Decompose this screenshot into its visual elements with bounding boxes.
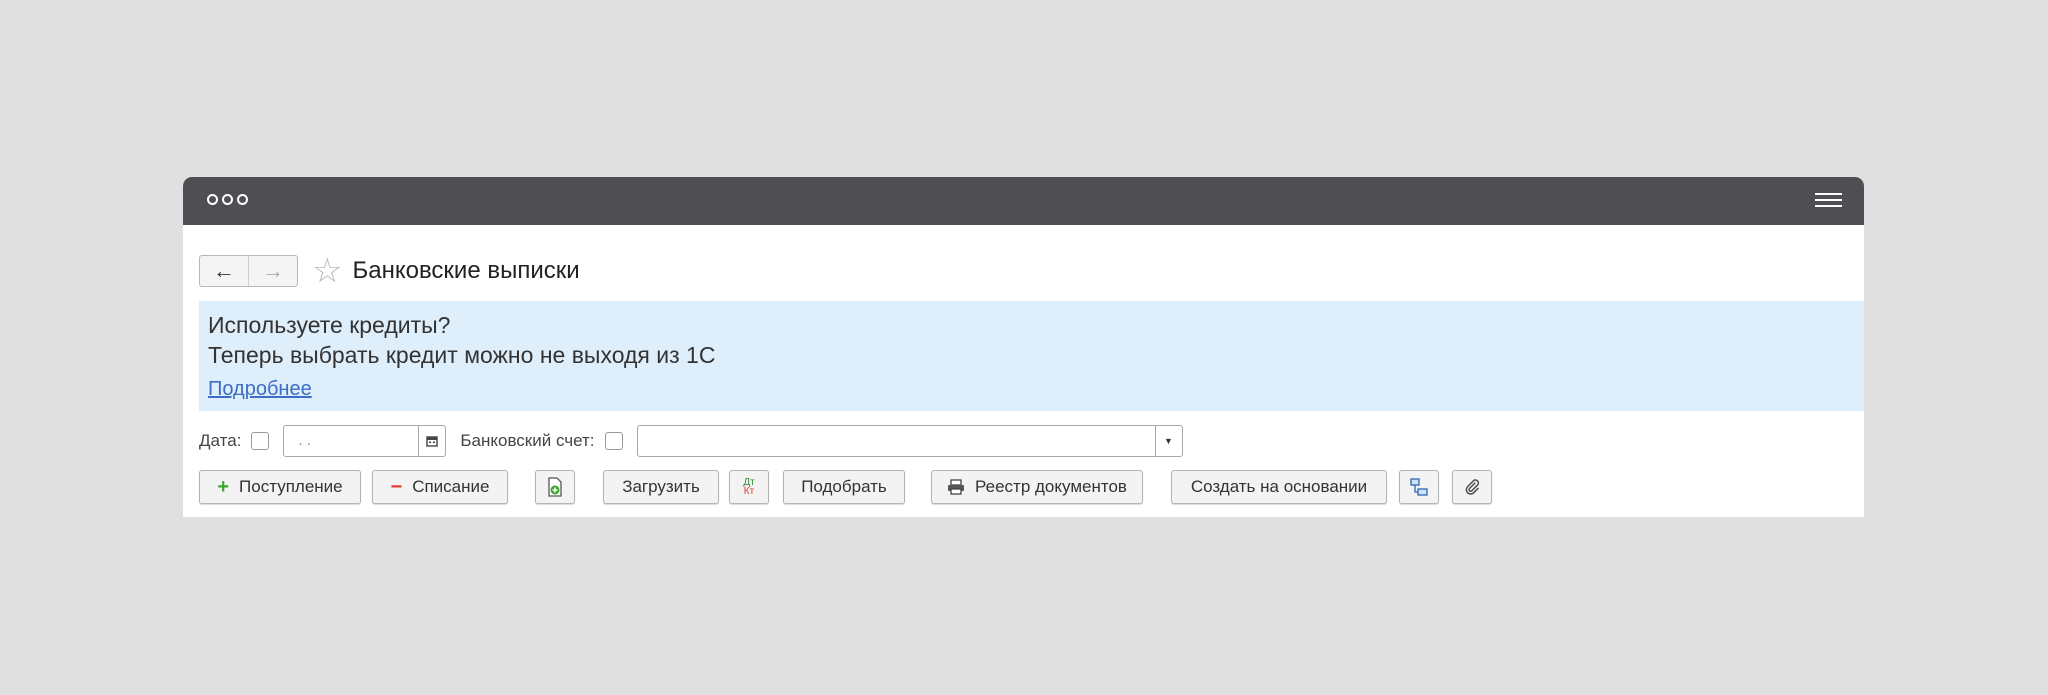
chevron-down-icon[interactable]: ▼	[1154, 426, 1182, 456]
history-nav: ← →	[199, 255, 298, 287]
forward-button[interactable]: →	[248, 256, 297, 286]
hamburger-menu-icon[interactable]	[1815, 193, 1842, 211]
account-select[interactable]: ▼	[636, 425, 1183, 457]
circle-icon	[222, 194, 233, 205]
load-label: Загрузить	[622, 477, 700, 496]
circle-icon	[237, 194, 248, 205]
account-input[interactable]	[638, 426, 1155, 456]
attachment-button[interactable]	[1452, 470, 1492, 504]
title-bar	[183, 177, 1864, 225]
favorite-star-icon[interactable]: ☆	[312, 254, 342, 288]
page-title: Банковские выписки	[352, 257, 580, 284]
select-label: Подобрать	[801, 477, 887, 496]
kt-text: Кт	[743, 486, 755, 497]
expense-label: Списание	[412, 477, 490, 496]
hierarchy-icon	[1410, 478, 1428, 496]
page-header: ← → ☆ Банковские выписки	[199, 254, 580, 288]
select-button[interactable]: Подобрать	[783, 470, 905, 504]
back-button[interactable]: ←	[200, 256, 248, 286]
date-input[interactable]: . .	[284, 426, 418, 456]
load-button[interactable]: Загрузить	[603, 470, 719, 504]
info-banner: Используете кредиты? Теперь выбрать кред…	[199, 301, 1864, 411]
expense-button[interactable]: − Списание	[372, 470, 508, 504]
income-button[interactable]: + Поступление	[199, 470, 361, 504]
structure-button[interactable]	[1399, 470, 1439, 504]
dt-kt-icon: Дт Кт	[743, 478, 755, 497]
calendar-icon[interactable]	[418, 426, 445, 456]
filter-bar: Дата: . . Банковский счет: ▼	[199, 424, 1183, 458]
more-details-link[interactable]: Подробнее	[208, 378, 312, 401]
create-based-on-button[interactable]: Создать на основании	[1171, 470, 1387, 504]
registry-label: Реестр документов	[975, 477, 1127, 496]
dt-kt-button[interactable]: Дт Кт	[729, 470, 769, 504]
account-filter-checkbox[interactable]	[604, 432, 623, 450]
printer-icon	[948, 479, 965, 495]
registry-button[interactable]: Реестр документов	[931, 470, 1143, 504]
app-window: ← → ☆ Банковские выписки Используете кре…	[183, 177, 1864, 517]
document-add-icon	[548, 477, 562, 497]
plus-icon: +	[217, 475, 230, 498]
create-based-on-label: Создать на основании	[1190, 477, 1368, 496]
add-copy-button[interactable]	[535, 470, 575, 504]
banner-headline: Используете кредиты?	[208, 312, 451, 338]
account-label: Банковский счет:	[460, 431, 595, 450]
paperclip-icon	[1465, 479, 1480, 495]
banner-text: Теперь выбрать кредит можно не выходя из…	[208, 342, 716, 368]
date-label: Дата:	[199, 431, 242, 450]
minus-icon: −	[390, 475, 403, 498]
date-filter-checkbox[interactable]	[251, 432, 270, 450]
date-field[interactable]: . .	[283, 425, 447, 457]
window-controls-icon[interactable]	[207, 194, 248, 205]
circle-icon	[207, 194, 218, 205]
income-label: Поступление	[239, 477, 343, 496]
